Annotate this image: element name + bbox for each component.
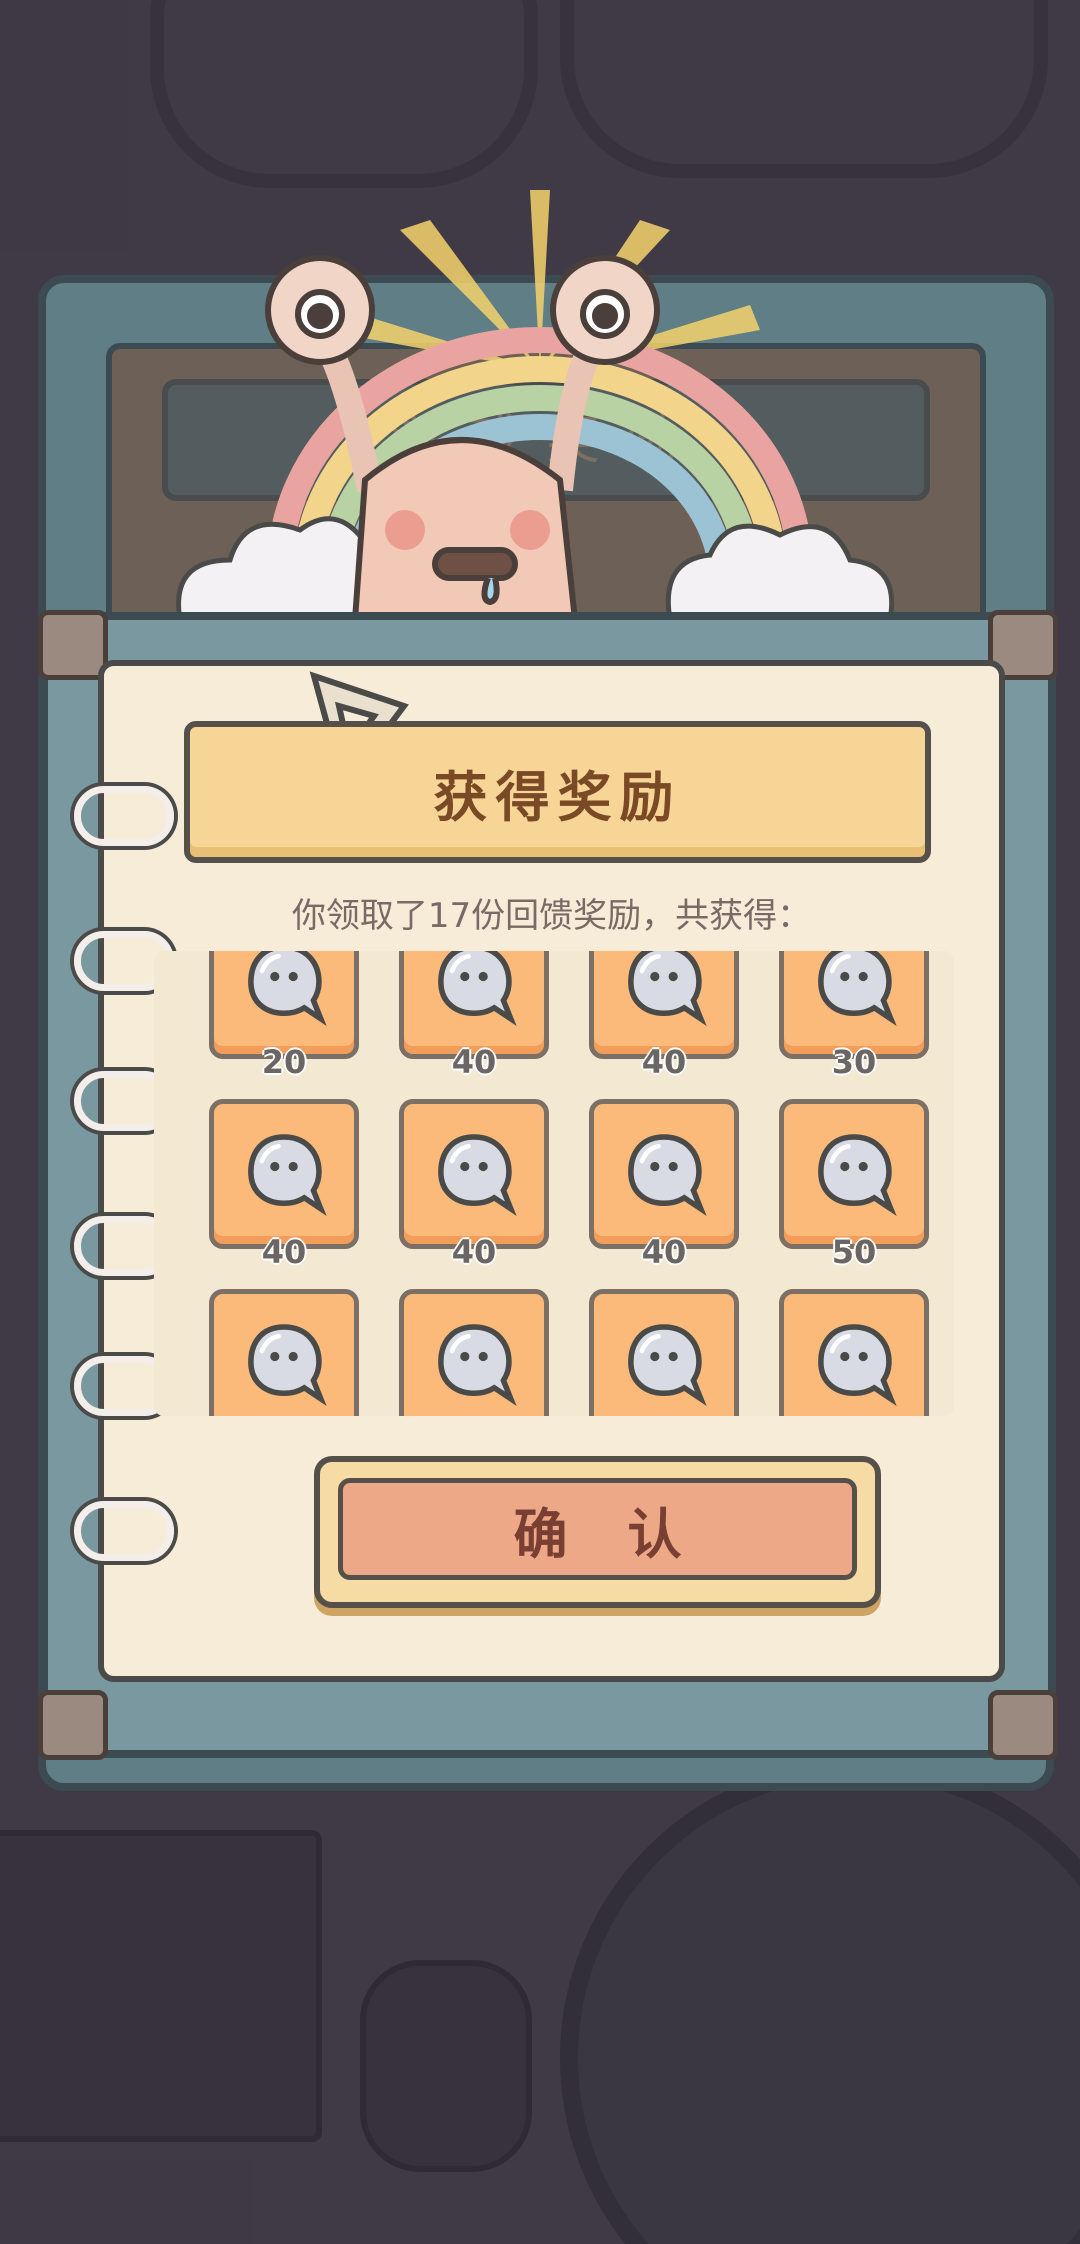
frame-corner (38, 1690, 108, 1760)
reward-item (589, 1289, 739, 1416)
reward-grid: 20 40 40 30 40 40 40 50 (154, 951, 954, 1416)
ghost-token-icon (618, 1316, 710, 1412)
reward-item: 40 (399, 951, 549, 1081)
binder-ring (74, 1501, 174, 1561)
reward-dialog-frame: 获得奖励 你领取了17份回馈奖励，共获得： 20 40 40 30 40 40 40 50 确… (38, 610, 1058, 1760)
reward-item (399, 1289, 549, 1416)
reward-tile (399, 1289, 549, 1416)
ghost-token-icon (808, 1316, 900, 1412)
reward-item (209, 1289, 359, 1416)
confirm-button-face: 确认 (338, 1478, 857, 1580)
reward-count: 40 (451, 1233, 497, 1271)
reward-item: 40 (589, 951, 739, 1081)
ghost-token-icon (428, 1316, 520, 1412)
reward-count: 40 (641, 1233, 687, 1271)
reward-item: 40 (399, 1099, 549, 1271)
ghost-token-icon (428, 1126, 520, 1222)
reward-tile (589, 1289, 739, 1416)
ghost-token-icon (238, 1316, 330, 1412)
game-screen: 游戏奖励 获得奖励 你领取了17份回馈奖励，共获得： 20 40 40 30 4… (0, 0, 1080, 2244)
dialog-title: 获得奖励 (433, 765, 682, 829)
reward-dialog: 获得奖励 你领取了17份回馈奖励，共获得： 20 40 40 30 40 40 40 50 确… (74, 660, 1005, 1682)
reward-item (779, 1289, 929, 1416)
reward-item: 50 (779, 1099, 929, 1271)
frame-corner (38, 610, 108, 680)
ghost-token-icon (808, 1126, 900, 1222)
reward-item: 20 (209, 951, 359, 1081)
dialog-subtitle: 你领取了17份回馈奖励，共获得： (291, 896, 812, 936)
ghost-token-icon (808, 951, 900, 1032)
title-banner: 获得奖励 (184, 721, 931, 863)
reward-tile (779, 1289, 929, 1416)
reward-count: 30 (831, 1043, 877, 1081)
reward-tile (399, 1099, 549, 1249)
reward-count: 40 (451, 1043, 497, 1081)
confirm-label: 确认 (513, 1502, 742, 1566)
reward-tile (779, 1099, 929, 1249)
snail-mascot (176, 190, 895, 623)
frame-corner (988, 1690, 1058, 1760)
ghost-token-icon (238, 1126, 330, 1222)
ghost-token-icon (618, 1126, 710, 1222)
reward-tile (589, 1099, 739, 1249)
reward-tile (209, 1099, 359, 1249)
ghost-token-icon (618, 951, 710, 1032)
reward-list[interactable]: 20 40 40 30 40 40 40 50 (154, 951, 954, 1416)
reward-item: 40 (589, 1099, 739, 1271)
reward-item: 30 (779, 951, 929, 1081)
reward-count: 40 (261, 1233, 307, 1271)
reward-count: 20 (261, 1043, 307, 1081)
ghost-token-icon (428, 951, 520, 1032)
ghost-token-icon (238, 951, 330, 1032)
reward-count: 50 (831, 1233, 877, 1271)
binder-ring (74, 786, 174, 846)
confirm-button[interactable]: 确认 (314, 1456, 881, 1608)
reward-tile (209, 1289, 359, 1416)
reward-count: 40 (641, 1043, 687, 1081)
reward-item: 40 (209, 1099, 359, 1271)
